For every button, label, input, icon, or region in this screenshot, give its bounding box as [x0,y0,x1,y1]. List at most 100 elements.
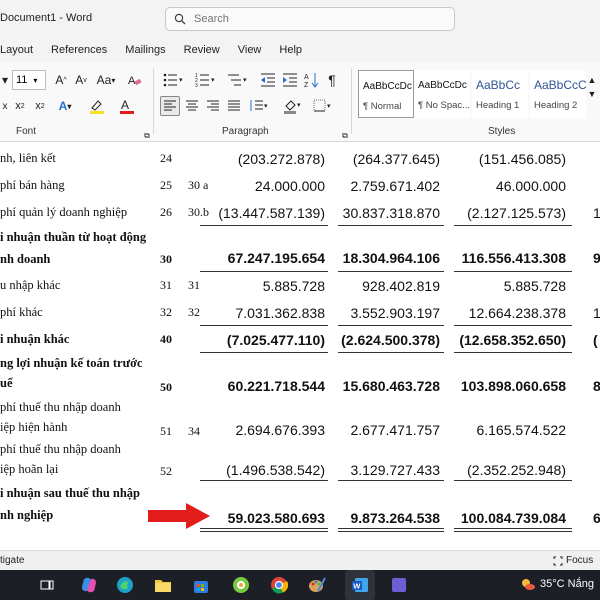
store-icon[interactable] [190,574,212,596]
underline [200,480,328,481]
row-value-3: 12.664.238.378 [468,305,566,321]
row-value-1: (13.447.587.139) [218,205,325,221]
row-value-4: 9 [593,250,600,266]
weather-widget[interactable]: 35°C Nắng [520,577,594,591]
paint-icon[interactable] [306,574,328,596]
chrome-icon[interactable] [268,574,290,596]
font-name-dropdown-icon[interactable]: ▾ [0,70,10,90]
line-spacing-icon[interactable]: ▾ [246,96,272,116]
tab-layout[interactable]: Layout [0,44,42,56]
row-label: i nhuận sau thuế thu nhập [0,486,141,500]
status-bar: tigate Focus [0,550,600,570]
edge-icon[interactable] [114,574,136,596]
shading-icon[interactable]: ▾ [280,96,306,116]
align-right-icon[interactable] [203,96,223,116]
shrink-font-icon[interactable]: Av [72,70,90,90]
row-value-2: 9.873.264.538 [350,510,440,526]
style-normal[interactable]: AaBbCcDc ¶ Normal [358,70,414,118]
word-icon[interactable]: W [349,574,371,596]
search-input[interactable] [194,13,434,25]
styles-scroll-down-icon[interactable]: ▼ [586,84,598,104]
search-box[interactable] [165,7,455,31]
row-value-3: 103.898.060.658 [460,378,566,394]
clear-formatting-icon[interactable]: A [126,70,144,90]
row-value-1: (7.025.477.110) [226,332,325,348]
justify-icon[interactable] [224,96,244,116]
svg-text:A: A [304,74,309,81]
focus-label: Focus [566,555,594,566]
row-code: 51 [160,424,172,438]
numbering-icon[interactable]: 1 2 3 ▾ [192,70,220,90]
subscript-icon[interactable]: x2 [12,96,28,116]
row-value-2: 18.304.964.106 [342,250,440,266]
align-left-icon[interactable] [160,96,180,116]
underline [338,325,444,326]
row-value-1: 5.885.728 [262,278,325,294]
style-preview: AaBbCcC [534,78,586,92]
highlight-color-icon[interactable] [86,96,110,116]
grow-font-icon[interactable]: A ^ [52,70,70,90]
task-view-icon[interactable] [36,574,58,596]
style-heading-2[interactable]: AaBbCcC Heading 2 [530,70,586,118]
increase-indent-icon[interactable] [280,70,300,90]
taskbar: W 35°C Nắng [0,570,600,600]
style-name: ¶ Normal [363,101,402,112]
row-value-4: 1 [593,205,600,221]
row-code: 24 [160,151,172,165]
borders-icon[interactable]: ▾ [310,96,336,116]
copilot-icon[interactable] [78,574,100,596]
multilevel-list-icon[interactable]: ▾ [224,70,252,90]
tray-app-icon[interactable] [388,574,410,596]
underline [454,352,572,353]
row-label-line-2: uế [0,376,13,390]
row-value-2: 15.680.463.728 [342,378,440,394]
change-case-icon[interactable]: Aa ▾ [95,70,117,90]
underline [200,225,328,226]
focus-mode-button[interactable]: Focus [553,555,593,566]
style-no-spacing[interactable]: AaBbCcDc ¶ No Spac... [414,70,470,118]
row-value-3: (2.352.252.948) [467,462,566,478]
status-text[interactable]: tigate [0,555,24,566]
svg-text:▾: ▾ [297,102,301,109]
document-page[interactable]: nh, liên kết 24 (203.272.878) (264.377.6… [0,142,600,550]
row-label: i nhuận thuần từ hoạt động [0,230,147,244]
row-value-2: 30.837.318.870 [342,205,440,221]
row-note: 31 [188,278,200,292]
show-formatting-marks-icon[interactable]: ¶ [324,70,340,90]
sort-icon[interactable]: AZ [302,70,322,90]
tab-references[interactable]: References [42,44,116,56]
row-value-3: 5.885.728 [503,278,566,294]
style-heading-1[interactable]: AaBbCc Heading 1 [472,70,528,118]
text-effects-icon[interactable]: A ▾ [54,96,76,116]
subscript-partial-icon[interactable]: x [0,96,10,116]
row-value-3: 46.000.000 [495,178,566,194]
decrease-indent-icon[interactable] [258,70,278,90]
file-explorer-icon[interactable] [152,574,174,596]
svg-text:W: W [353,582,361,591]
row-label-line-2: nh nghiệp [0,508,54,522]
row-value-4: 1 [593,305,600,321]
font-size-box[interactable]: 11 ▾ [12,70,46,90]
tab-mailings[interactable]: Mailings [116,44,174,56]
align-center-icon[interactable] [182,96,202,116]
superscript-icon[interactable]: x2 [32,96,48,116]
app-icon[interactable] [230,574,252,596]
style-preview: AaBbCcDc [363,81,412,92]
row-label: phí thuế thu nhập doanh [0,400,121,414]
svg-text:A: A [121,98,129,112]
svg-text:▾: ▾ [264,103,268,110]
row-label: nh, liên kết [0,151,56,165]
tab-view[interactable]: View [229,44,271,56]
row-value-2: 2.759.671.402 [350,178,440,194]
row-label-line-2: iệp hoãn lại [0,462,59,476]
tab-help[interactable]: Help [270,44,311,56]
underline [338,271,444,272]
tab-review[interactable]: Review [175,44,229,56]
bullets-icon[interactable]: ▾ [160,70,188,90]
weather-icon [522,579,535,590]
row-value-2: 3.552.903.197 [350,305,440,321]
font-color-icon[interactable]: A [116,96,140,116]
title-bar: Document1 - Word [0,0,600,38]
row-note: 32 [188,305,200,319]
font-size-value: 11 [16,74,28,86]
